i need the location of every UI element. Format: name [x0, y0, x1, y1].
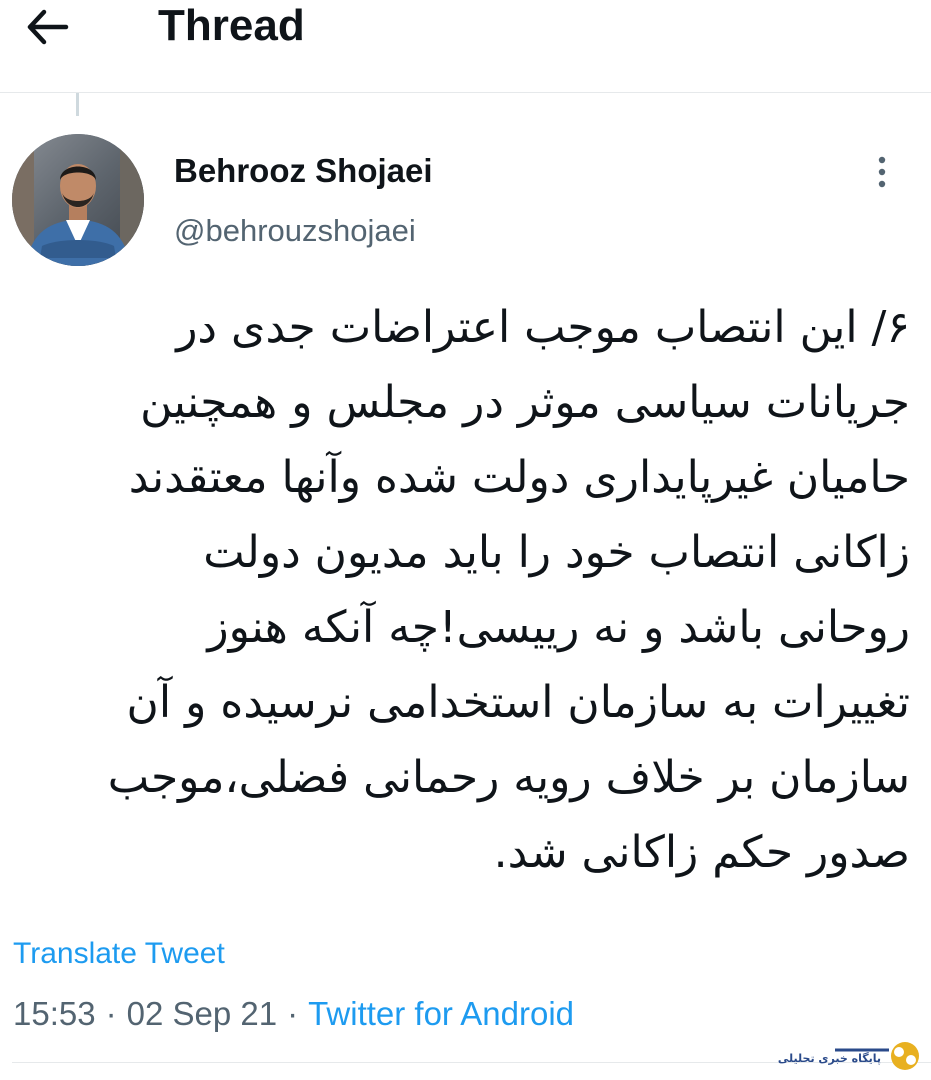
- thread-connector-line: [76, 93, 79, 116]
- tweet-text-line: تغییرات به سازمان استخدامی نرسیده و آن: [126, 677, 910, 728]
- tweet-date: 02 Sep 21: [126, 995, 278, 1032]
- meta-separator: ·: [287, 995, 299, 1032]
- tweet-text: ۶/ این انتصاب موجب اعتراضات جدی در جریان…: [12, 290, 910, 890]
- back-button[interactable]: [22, 2, 78, 52]
- tweet-text-line: زاکانی انتصاب خود را باید مدیون دولت: [203, 527, 910, 578]
- watermark-logo: پایگاه خبری تحلیلی: [765, 1036, 925, 1076]
- tweet-meta: 15:53 · 02 Sep 21 · Twitter for Android: [13, 992, 574, 1036]
- tweet-text-line: صدور حکم زاکانی شد.: [493, 827, 910, 878]
- more-options-button[interactable]: [862, 152, 902, 196]
- author-name[interactable]: Behrooz Shojaei: [174, 150, 433, 192]
- vertical-ellipsis-icon: [878, 156, 886, 188]
- tweet-text-line: سازمان بر خلاف رویه رحمانی فضلی،موجب: [107, 752, 910, 803]
- tweet-time: 15:53: [13, 995, 96, 1032]
- watermark-caption: پایگاه خبری تحلیلی: [777, 1052, 881, 1065]
- tweet-text-line: روحانی باشد و نه رییسی!چه آنکه هنوز: [207, 602, 910, 653]
- avatar[interactable]: [12, 134, 144, 266]
- meta-separator: ·: [105, 995, 117, 1032]
- tweet-source-link[interactable]: Twitter for Android: [308, 995, 574, 1032]
- page-title: Thread: [158, 1, 305, 50]
- tweet-text-line: جریانات سیاسی موثر در مجلس و همچنین: [140, 377, 910, 428]
- arrow-left-icon: [27, 9, 69, 45]
- tweet-text-line: حامیان غیرپایداری دولت شده وآنها معتقدند: [128, 452, 910, 503]
- translate-tweet-link[interactable]: Translate Tweet: [13, 934, 225, 974]
- author-handle[interactable]: @behrouzshojaei: [174, 210, 416, 252]
- tweet-text-line: ۶/ این انتصاب موجب اعتراضات جدی در: [176, 302, 910, 353]
- top-header: Thread: [0, 0, 931, 93]
- profile-photo-icon: [12, 134, 144, 266]
- tweet-thread-page: Thread Behrooz Shojaei @behrouzshojaei ۶…: [0, 0, 931, 1080]
